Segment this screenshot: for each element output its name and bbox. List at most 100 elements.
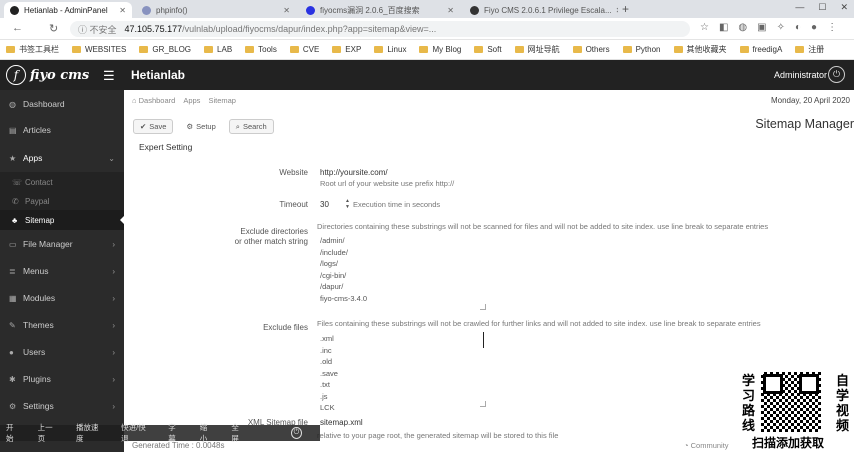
admin-user[interactable]: Administrator [774,70,827,80]
bookmark-item[interactable]: freedigA [739,45,782,54]
extension-icon[interactable]: ◍ [738,22,747,33]
sidebar-item-plugins[interactable]: ✱ Plugins › [0,367,124,391]
sidebar-subitem-contact[interactable]: ☏ Contact [0,172,124,192]
reload-icon[interactable]: ↻ [49,22,58,35]
sidebar-item-users[interactable]: ● Users › [0,340,124,364]
textarea-line: .old [320,357,333,366]
close-icon[interactable]: ✕ [279,6,290,15]
bookmark-item[interactable]: EXP [332,45,361,54]
player-control-button[interactable]: 快进/快退 [121,422,150,444]
bookmark-item[interactable]: 网址导航 [514,44,560,55]
player-control-button[interactable]: 开始 [6,422,20,444]
tab-phpinfo[interactable]: phpinfo() ✕ [136,2,296,18]
tab-hetianlab[interactable]: Hetianlab - AdminPanel ✕ [4,2,132,18]
minimize-icon[interactable]: — [795,2,804,13]
tab-title: Fiyo CMS 2.0.6.1 Privilege Escala... [484,5,612,15]
search-button[interactable]: ⌕ Search [228,119,274,134]
breadcrumb-dashboard[interactable]: ⌂ Dashboard [132,96,175,105]
sidebar-item-label: Users [23,347,46,357]
bookmark-item[interactable]: Others [572,45,610,54]
extension-icon[interactable]: ✧ [777,22,785,33]
bookmark-item[interactable]: 书签工具栏 [6,44,59,55]
chevron-right-icon: › [112,347,115,357]
back-icon[interactable]: ← [12,22,23,34]
folder-icon [374,46,384,53]
sidebar-item-themes[interactable]: ✎ Themes › [0,313,124,337]
sidebar-item-label: File Manager [23,239,73,249]
url-bar[interactable]: ⓘ 不安全 47.105.75.177/vulnlab/upload/fiyoc… [70,21,690,37]
xml-sitemap-input[interactable]: sitemap.xml [320,418,363,427]
new-tab-button[interactable]: + [622,2,629,16]
website-help: Root url of your website use prefix http… [320,179,455,188]
close-icon[interactable]: ✕ [612,6,618,15]
breadcrumb-apps[interactable]: Apps [183,96,200,105]
bookmark-item[interactable]: CVE [289,45,319,54]
textarea-line: /dapur/ [320,282,344,291]
themes-icon: ✎ [9,320,16,330]
player-control-button[interactable]: 上一页 [38,422,58,444]
sidebar-subitem-sitemap[interactable]: ♣ Sitemap [0,210,125,230]
insecure-indicator[interactable]: ⓘ 不安全 [78,23,117,36]
player-control-button[interactable]: 字幕 [168,422,182,444]
folder-icon [289,46,299,53]
tab-exploit[interactable]: Fiyo CMS 2.0.6.1 Privilege Escala... ✕ [464,2,618,18]
bookmark-item[interactable]: LAB [204,45,232,54]
sidebar-item-articles[interactable]: ▤ Articles [0,118,124,142]
player-control-button[interactable]: 全屏 [231,422,245,444]
setup-button[interactable]: ⚙ Setup [179,119,222,134]
sidebar-item-apps[interactable]: ★ Apps ⌄ [0,146,124,170]
bookmark-item[interactable]: Tools [245,45,277,54]
maximize-icon[interactable]: ☐ [818,2,826,13]
player-power-icon[interactable]: ⏻ [290,427,302,439]
resize-handle-icon[interactable] [480,304,486,310]
bookmark-item[interactable]: Python [622,45,661,54]
logo-text: fiyo cms [30,67,90,83]
browser-tab-bar: Hetianlab - AdminPanel ✕ phpinfo() ✕ fiy… [0,0,854,18]
bookmark-item[interactable]: My Blog [419,45,461,54]
bookmark-item[interactable]: 注册 [795,44,824,55]
player-control-button[interactable]: 播放速度 [76,422,103,444]
textarea-line: .xml [320,334,334,343]
timeout-input[interactable]: 30 [320,200,329,209]
close-icon[interactable]: ✕ [115,6,126,15]
page-title: Sitemap Manager [755,117,854,131]
player-control-button[interactable]: 缩小 [200,422,214,444]
textarea-line: /include/ [320,247,348,257]
close-icon[interactable]: ✕ [443,6,454,15]
extension-icon[interactable]: ◧ [719,22,728,33]
close-window-icon[interactable]: ✕ [840,2,848,13]
bookmark-item[interactable]: Linux [374,45,406,54]
bookmark-item[interactable]: 其他收藏夹 [673,44,727,55]
toolbar: ✔ Save ⚙ Setup ⌕ Search [133,119,274,134]
sidebar-item-file-manager[interactable]: ▭ File Manager › [0,232,124,256]
sidebar-item-settings[interactable]: ⚙ Settings › [0,394,124,418]
menu-icon[interactable]: ⋮ [827,22,837,33]
star-bookmark-icon[interactable]: ☆ [700,22,709,33]
bookmark-item[interactable]: WEBSITES [72,45,126,54]
bookmark-item[interactable]: Soft [474,45,502,54]
tab-baidu-search[interactable]: fiyocms漏洞 2.0.6_百度搜索 ✕ [300,2,460,18]
resize-handle-icon[interactable] [480,401,486,407]
window-controls: — ☐ ✕ [795,2,848,13]
extension-icon[interactable]: ▣ [757,22,766,33]
video-player-bar: 开始 上一页 播放速度 快进/快退 字幕 缩小 全屏 ⏻ [0,422,320,444]
community-link[interactable]: ◔ Community [684,441,729,450]
admin-topbar: f fiyo cms ☰ Hetianlab Administrator ⏻ [0,60,854,90]
exclude-dirs-textarea[interactable]: /admin/ /include/ /logs/ /cgi-bin/ /dapur/fi… [320,235,488,310]
sidebar-item-menus[interactable]: ≣ Menus › [0,259,124,283]
paypal-icon: ✆ [12,196,19,206]
sidebar-item-modules[interactable]: ▦ Modules › [0,286,124,310]
website-input[interactable]: http://yoursite.com/ [320,168,388,177]
logo[interactable]: f fiyo cms [6,65,89,85]
logout-power-icon[interactable]: ⏻ [828,66,845,83]
chevron-right-icon: › [112,239,115,249]
extension-icon[interactable]: ◐ [795,22,801,33]
profile-icon[interactable]: ● [811,22,817,33]
sidebar-subitem-paypal[interactable]: ✆ Paypal [0,191,124,211]
bookmark-item[interactable]: GR_BLOG [139,45,191,54]
hamburger-menu-icon[interactable]: ☰ [103,68,115,84]
save-button[interactable]: ✔ Save [133,119,174,134]
timeout-stepper-icon[interactable]: ▲ ▼ [345,198,350,210]
sidebar-item-dashboard[interactable]: ◍ Dashboard [0,92,124,116]
exclude-files-textarea[interactable]: .xml .inc .old .save .txt .js LCK [320,333,488,412]
